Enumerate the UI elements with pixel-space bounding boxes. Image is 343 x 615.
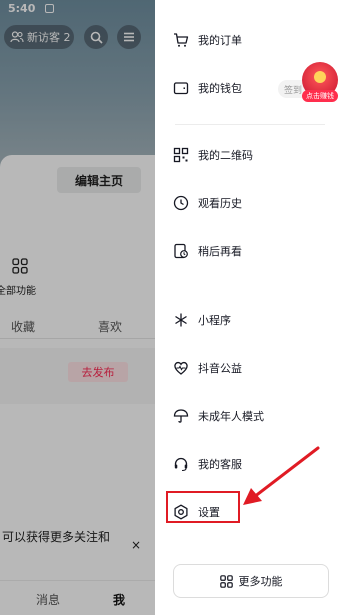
menu-item-minor-mode[interactable]: 未成年人模式 [155, 398, 343, 434]
grid-icon [219, 574, 233, 588]
more-functions-button[interactable]: 更多功能 [173, 564, 329, 598]
redpacket-label: 点击赚钱 [302, 90, 338, 102]
menu-label-wallet: 我的钱包 [198, 82, 242, 95]
miniprogram-icon [173, 312, 189, 328]
umbrella-icon [173, 408, 189, 424]
cart-icon [173, 32, 189, 48]
menu-label-charity: 抖音公益 [198, 362, 242, 375]
menu-label-customer-service: 我的客服 [198, 458, 242, 471]
more-functions-label: 更多功能 [238, 575, 283, 588]
menu-item-qrcode[interactable]: 我的二维码 [155, 137, 343, 173]
menu-item-history[interactable]: 观看历史 [155, 185, 343, 221]
menu-item-miniprogram[interactable]: 小程序 [155, 302, 343, 338]
coin-icon [314, 71, 326, 83]
menu-item-charity[interactable]: 抖音公益 [155, 350, 343, 386]
menu-divider [175, 124, 325, 125]
wallet-icon [173, 80, 189, 96]
menu-item-customer-service[interactable]: 我的客服 [155, 446, 343, 482]
menu-item-orders[interactable]: 我的订单 [155, 22, 343, 58]
menu-label-minor-mode: 未成年人模式 [198, 410, 264, 423]
menu-item-watch-later[interactable]: 稍后再看 [155, 233, 343, 269]
menu-label-qrcode: 我的二维码 [198, 149, 253, 162]
charity-icon [173, 360, 189, 376]
watch-later-icon [173, 243, 189, 259]
settings-highlight-box [166, 491, 240, 523]
qrcode-icon [173, 147, 189, 163]
menu-label-history: 观看历史 [198, 197, 242, 210]
headset-icon [173, 456, 189, 472]
menu-label-miniprogram: 小程序 [198, 314, 231, 327]
menu-label-watch-later: 稍后再看 [198, 245, 242, 258]
menu-label-orders: 我的订单 [198, 34, 242, 47]
clock-icon [173, 195, 189, 211]
